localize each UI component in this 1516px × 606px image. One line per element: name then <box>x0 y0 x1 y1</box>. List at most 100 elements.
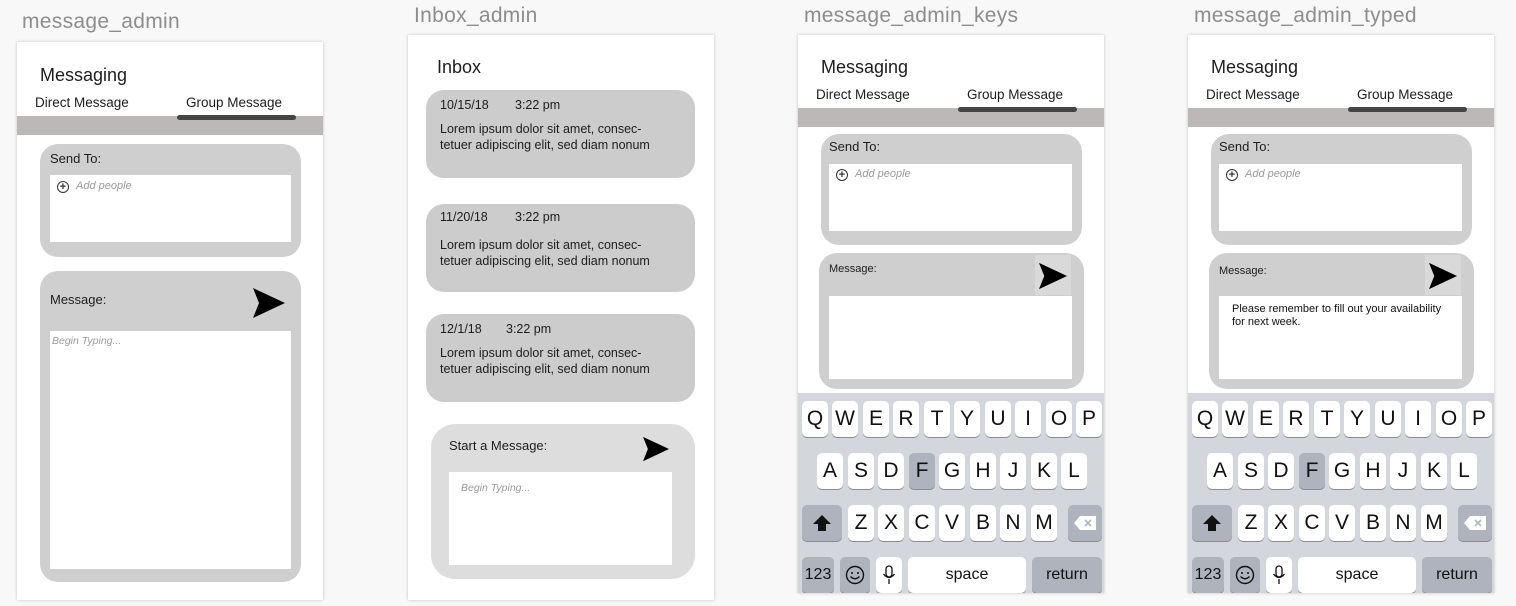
tab-group-message[interactable]: Group Message <box>186 95 282 110</box>
add-person-icon[interactable]: + <box>1226 169 1238 181</box>
key[interactable]: W <box>1222 401 1248 437</box>
send-to-label: Send To: <box>829 139 881 154</box>
recipients-field[interactable]: + Add people <box>1219 164 1462 231</box>
key[interactable]: I <box>1015 401 1041 437</box>
key[interactable]: G <box>939 453 965 489</box>
message-input[interactable]: Begin Typing... <box>50 331 291 569</box>
key[interactable]: V <box>939 505 965 541</box>
tab-direct-message[interactable]: Direct Message <box>35 95 129 110</box>
key[interactable]: B <box>1360 505 1386 541</box>
key[interactable]: N <box>1000 505 1026 541</box>
key[interactable]: X <box>1268 505 1294 541</box>
shift-key[interactable] <box>1192 505 1232 541</box>
key[interactable]: A <box>1207 453 1233 489</box>
return-key[interactable]: return <box>1032 557 1102 593</box>
key[interactable]: O <box>1436 401 1462 437</box>
key[interactable]: Y <box>954 401 980 437</box>
message-panel: Message: Please remember to fill out you… <box>1209 253 1474 389</box>
key[interactable]: M <box>1031 505 1057 541</box>
emoji-key[interactable] <box>840 557 870 593</box>
key-highlighted[interactable]: F <box>909 453 935 489</box>
send-icon[interactable] <box>1037 262 1069 290</box>
key[interactable]: L <box>1451 453 1477 489</box>
artboard-title-message-admin-keys: message_admin_keys <box>804 4 1019 27</box>
key[interactable]: Z <box>848 505 874 541</box>
send-icon[interactable] <box>642 436 670 462</box>
key[interactable]: H <box>1360 453 1386 489</box>
key[interactable]: Q <box>802 401 828 437</box>
key[interactable]: N <box>1390 505 1416 541</box>
key[interactable]: R <box>893 401 919 437</box>
key-highlighted[interactable]: F <box>1299 453 1325 489</box>
key[interactable]: W <box>832 401 858 437</box>
send-icon[interactable] <box>1427 262 1459 290</box>
key[interactable]: J <box>1000 453 1026 489</box>
key[interactable]: G <box>1329 453 1355 489</box>
key[interactable]: E <box>863 401 889 437</box>
message-preview-line: tetuer adipiscing elit, sed diam nonum <box>440 138 650 152</box>
tab-direct-message[interactable]: Direct Message <box>1206 87 1300 102</box>
shift-key[interactable] <box>802 505 842 541</box>
kb-letter-rows-1-2: Q W E R T Y U I O P A S D F G H J K L <box>798 393 1104 497</box>
key[interactable]: T <box>1314 401 1340 437</box>
emoji-key[interactable] <box>1230 557 1260 593</box>
screen-message-admin-keys: Messaging Direct Message Group Message S… <box>798 35 1104 593</box>
key[interactable]: M <box>1421 505 1447 541</box>
key[interactable]: J <box>1390 453 1416 489</box>
key[interactable]: Z <box>1238 505 1264 541</box>
key[interactable]: R <box>1283 401 1309 437</box>
key[interactable]: U <box>985 401 1011 437</box>
key[interactable]: L <box>1061 453 1087 489</box>
emoji-icon <box>845 565 865 585</box>
tab-direct-message[interactable]: Direct Message <box>816 87 910 102</box>
key[interactable]: I <box>1405 401 1431 437</box>
send-button[interactable] <box>1425 255 1461 295</box>
key[interactable]: O <box>1046 401 1072 437</box>
key[interactable]: K <box>1031 453 1057 489</box>
add-person-icon[interactable]: + <box>836 169 848 181</box>
key[interactable]: D <box>878 453 904 489</box>
numbers-key[interactable]: 123 <box>1192 557 1224 593</box>
recipients-field[interactable]: + Add people <box>50 175 291 242</box>
add-person-icon[interactable]: + <box>57 181 69 193</box>
key[interactable]: A <box>817 453 843 489</box>
key[interactable]: B <box>970 505 996 541</box>
key[interactable]: D <box>1268 453 1294 489</box>
inbox-message-card[interactable]: 10/15/18 3:22 pm Lorem ipsum dolor sit a… <box>426 90 695 178</box>
key[interactable]: Q <box>1192 401 1218 437</box>
backspace-key[interactable] <box>1458 505 1492 541</box>
numbers-key[interactable]: 123 <box>802 557 834 593</box>
dictation-key[interactable] <box>1266 557 1292 593</box>
message-label: Message: <box>1219 265 1267 277</box>
recipients-field[interactable]: + Add people <box>829 164 1072 231</box>
return-key[interactable]: return <box>1422 557 1492 593</box>
key[interactable]: P <box>1466 401 1492 437</box>
message-input[interactable]: Please remember to fill out your availab… <box>1219 296 1462 379</box>
message-input[interactable] <box>829 296 1072 379</box>
key[interactable]: P <box>1076 401 1102 437</box>
key[interactable]: C <box>1299 505 1325 541</box>
key[interactable]: S <box>1238 453 1264 489</box>
key[interactable]: H <box>970 453 996 489</box>
key[interactable]: S <box>848 453 874 489</box>
key[interactable]: U <box>1375 401 1401 437</box>
send-button[interactable] <box>1035 255 1071 295</box>
key[interactable]: X <box>878 505 904 541</box>
key[interactable]: T <box>924 401 950 437</box>
key[interactable]: E <box>1253 401 1279 437</box>
key[interactable]: V <box>1329 505 1355 541</box>
inbox-message-card[interactable]: 11/20/18 3:22 pm Lorem ipsum dolor sit a… <box>426 204 695 292</box>
space-key[interactable]: space <box>908 557 1026 593</box>
key[interactable]: C <box>909 505 935 541</box>
space-key[interactable]: space <box>1298 557 1416 593</box>
inbox-message-card[interactable]: 12/1/18 3:22 pm Lorem ipsum dolor sit am… <box>426 314 695 402</box>
tab-group-message[interactable]: Group Message <box>967 87 1063 102</box>
message-panel: Message: Begin Typing... <box>40 271 301 582</box>
key[interactable]: K <box>1421 453 1447 489</box>
dictation-key[interactable] <box>876 557 902 593</box>
send-icon[interactable] <box>252 287 286 319</box>
key[interactable]: Y <box>1344 401 1370 437</box>
start-message-input[interactable]: Begin Typing... <box>449 472 672 565</box>
tab-group-message[interactable]: Group Message <box>1357 87 1453 102</box>
backspace-key[interactable] <box>1068 505 1102 541</box>
